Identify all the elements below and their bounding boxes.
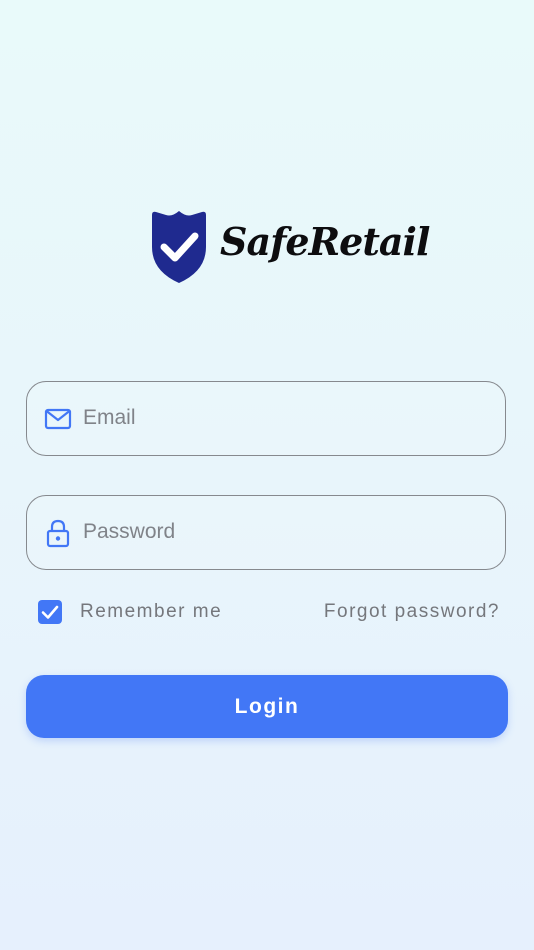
forgot-password-link[interactable]: Forgot password? [324,600,500,624]
password-field[interactable] [26,495,506,570]
password-input[interactable] [83,496,483,568]
envelope-icon [44,408,72,430]
brand-name: SafeRetail [220,219,430,264]
email-input[interactable] [83,382,483,454]
lock-icon [46,519,70,548]
app-logo: SafeRetail [148,209,430,285]
email-field[interactable] [26,381,506,456]
checkmark-icon [41,605,59,619]
login-button[interactable]: Login [26,675,508,738]
shield-check-icon [152,211,206,283]
remember-me-checkbox[interactable] [38,600,62,624]
remember-me-label[interactable]: Remember me [80,600,222,624]
